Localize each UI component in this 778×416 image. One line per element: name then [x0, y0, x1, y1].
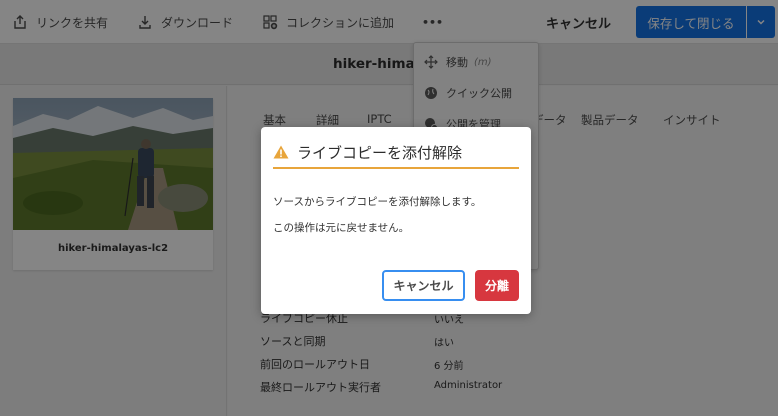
detach-button[interactable]: 分離 — [475, 270, 519, 301]
detach-livecopy-dialog: ライブコピーを添付解除 ソースからライブコピーを添付解除します。 この操作は元に… — [261, 127, 531, 314]
dialog-message: ソースからライブコピーを添付解除します。 — [273, 196, 482, 208]
warning-icon — [273, 145, 289, 159]
dialog-cancel-button[interactable]: キャンセル — [382, 270, 465, 301]
dialog-title: ライブコピーを添付解除 — [297, 143, 463, 162]
dialog-header: ライブコピーを添付解除 — [273, 137, 519, 169]
dialog-warning-message: この操作は元に戻せません。 — [273, 222, 410, 234]
